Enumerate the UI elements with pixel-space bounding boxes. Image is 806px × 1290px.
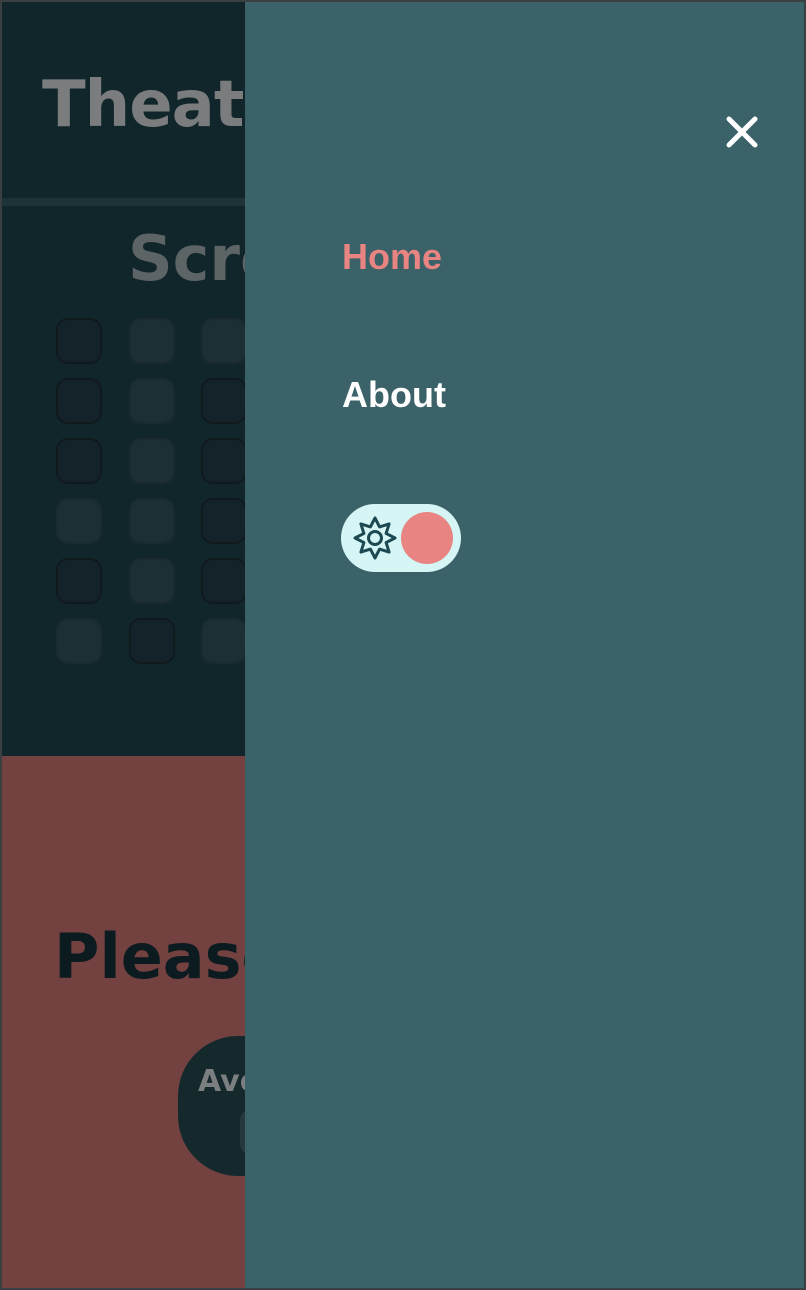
seat[interactable] bbox=[201, 438, 247, 484]
seat[interactable] bbox=[201, 558, 247, 604]
seat[interactable] bbox=[129, 438, 175, 484]
page-title: Theatr bbox=[42, 68, 275, 142]
seat[interactable] bbox=[201, 618, 247, 664]
nav-link-about[interactable]: About bbox=[342, 374, 446, 416]
seat[interactable] bbox=[56, 558, 102, 604]
close-icon bbox=[726, 116, 758, 148]
seat[interactable] bbox=[129, 618, 175, 664]
seat[interactable] bbox=[201, 378, 247, 424]
seat[interactable] bbox=[56, 318, 102, 364]
app-frame: Theatr Scre Please Avo Home About bbox=[0, 0, 806, 1290]
seat[interactable] bbox=[56, 618, 102, 664]
seat[interactable] bbox=[129, 378, 175, 424]
seat[interactable] bbox=[129, 558, 175, 604]
seat[interactable] bbox=[56, 378, 102, 424]
close-drawer-button[interactable] bbox=[720, 110, 764, 154]
toggle-knob bbox=[401, 512, 453, 564]
sun-icon bbox=[353, 516, 397, 560]
nav-drawer bbox=[245, 2, 804, 1288]
seat[interactable] bbox=[56, 498, 102, 544]
nav-link-home[interactable]: Home bbox=[342, 236, 442, 278]
seat[interactable] bbox=[129, 318, 175, 364]
seat[interactable] bbox=[56, 438, 102, 484]
seat[interactable] bbox=[129, 498, 175, 544]
seat[interactable] bbox=[201, 318, 247, 364]
seat[interactable] bbox=[201, 498, 247, 544]
theme-toggle[interactable] bbox=[341, 504, 461, 572]
